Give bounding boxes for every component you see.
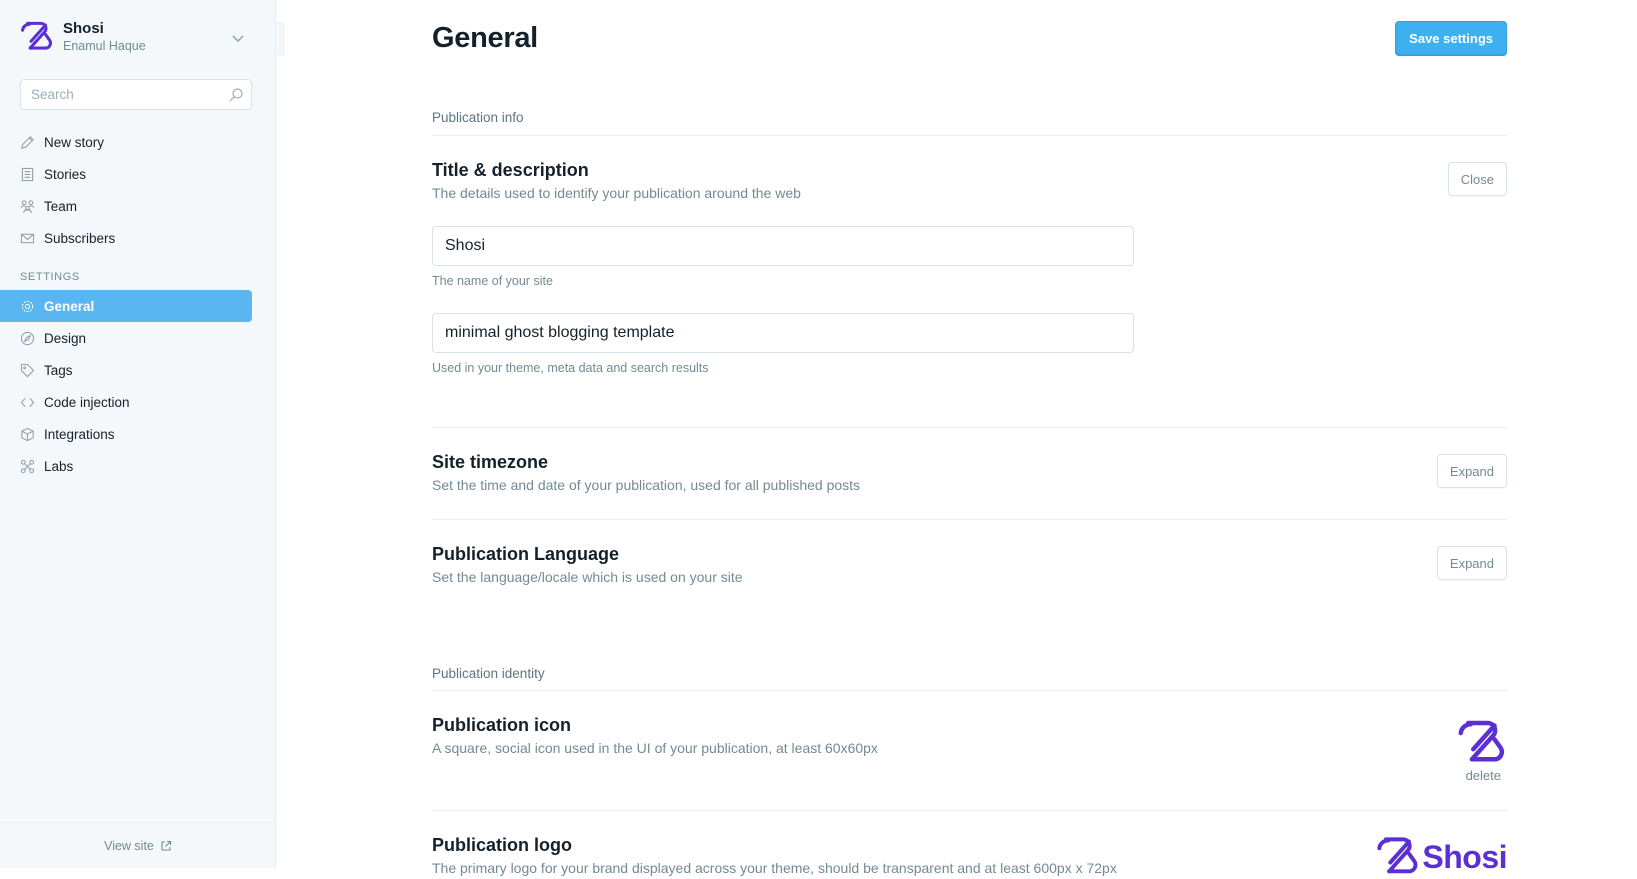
brand-user-name: Enamul Haque: [63, 39, 146, 53]
close-button[interactable]: Close: [1447, 162, 1507, 196]
site-title-hint: The name of your site: [432, 274, 553, 288]
nav-item-subscribers[interactable]: Subscribers: [0, 222, 276, 254]
brand-logo-icon: [21, 21, 52, 50]
publication-language-heading: Publication Language: [432, 544, 620, 564]
labs-icon: [20, 459, 35, 474]
gear-icon: [20, 299, 35, 314]
divider: [432, 519, 1507, 520]
external-link-icon: [161, 840, 171, 851]
nav-item-new-story[interactable]: New story: [0, 126, 276, 158]
nav-item-integrations[interactable]: Integrations: [0, 418, 276, 450]
document-icon: [20, 167, 35, 182]
page-title: General: [432, 22, 538, 54]
cube-icon: [20, 427, 35, 442]
site-timezone-text: Set the time and date of your publicatio…: [432, 477, 861, 493]
divider: [432, 427, 1507, 428]
compass-icon: [20, 331, 35, 346]
pencil-icon: [20, 135, 35, 150]
publication-icon-text: A square, social icon used in the UI of …: [432, 740, 878, 756]
publication-icon-image[interactable]: [1457, 718, 1507, 768]
delete-icon-link[interactable]: delete: [1466, 768, 1501, 783]
language-expand-button[interactable]: Expand: [1436, 546, 1507, 580]
site-description-hint: Used in your theme, meta data and search…: [432, 361, 709, 375]
nav-item-label: Team: [44, 198, 78, 214]
envelope-icon: [20, 231, 35, 246]
view-site-link[interactable]: View site: [0, 822, 276, 868]
nav-item-label: Subscribers: [44, 230, 116, 246]
nav-item-labs[interactable]: Labs: [0, 450, 276, 482]
nav-item-general[interactable]: General: [0, 290, 252, 322]
nav-item-label: General: [44, 298, 95, 314]
brand-name: Shosi: [63, 20, 104, 37]
section-publication-info: Publication info: [432, 110, 524, 125]
site-timezone-heading: Site timezone: [432, 452, 549, 472]
divider: [432, 810, 1507, 811]
section-publication-identity: Publication identity: [432, 666, 545, 681]
nav-item-label: Stories: [44, 166, 87, 182]
sidebar-resize-handle[interactable]: [276, 22, 284, 56]
main-nav: New story Stories Team Subscribers SETTI…: [0, 126, 276, 482]
timezone-expand-button[interactable]: Expand: [1436, 454, 1507, 488]
publication-logo-image[interactable]: Shosi: [1376, 835, 1507, 879]
logo-mark-icon: [1377, 837, 1418, 874]
logo-wordmark: Shosi: [1422, 838, 1507, 875]
code-icon: [20, 395, 35, 410]
nav-item-design[interactable]: Design: [0, 322, 276, 354]
search-box: [20, 79, 252, 110]
settings-heading: SETTINGS: [20, 271, 80, 283]
search-input[interactable]: [21, 80, 211, 109]
publication-icon-heading: Publication icon: [432, 715, 572, 735]
sidebar: Shosi Enamul Haque New story Stories: [0, 0, 276, 868]
tag-icon: [20, 363, 35, 378]
chevron-down-icon[interactable]: [230, 30, 246, 46]
brand-menu[interactable]: Shosi Enamul Haque: [20, 20, 146, 54]
title-description-heading: Title & description: [432, 160, 589, 180]
divider: [432, 690, 1507, 691]
nav-item-label: Labs: [44, 458, 74, 474]
site-description-input[interactable]: [433, 314, 1133, 352]
save-settings-button[interactable]: Save settings: [1395, 21, 1507, 56]
divider: [432, 135, 1507, 136]
publication-logo-heading: Publication logo: [432, 835, 572, 855]
nav-item-label: Design: [44, 330, 87, 346]
nav-item-stories[interactable]: Stories: [0, 158, 276, 190]
search-icon[interactable]: [228, 87, 244, 103]
publication-language-text: Set the language/locale which is used on…: [432, 569, 743, 585]
title-description-text: The details used to identify your public…: [432, 185, 801, 201]
nav-item-tags[interactable]: Tags: [0, 354, 276, 386]
nav-item-label: Integrations: [44, 426, 115, 442]
site-title-input[interactable]: [433, 227, 1133, 265]
view-site-label: View site: [104, 838, 154, 853]
main-content: General Save settings Publication info T…: [432, 0, 1507, 876]
nav-item-label: Code injection: [44, 394, 130, 410]
publication-logo-text: The primary logo for your brand displaye…: [432, 860, 1117, 876]
nav-item-label: Tags: [44, 362, 73, 378]
site-description-field: [432, 313, 1134, 353]
team-icon: [20, 199, 35, 214]
nav-item-code-injection[interactable]: Code injection: [0, 386, 276, 418]
nav-item-label: New story: [44, 134, 105, 150]
nav-item-team[interactable]: Team: [0, 190, 276, 222]
site-title-field: [432, 226, 1134, 266]
